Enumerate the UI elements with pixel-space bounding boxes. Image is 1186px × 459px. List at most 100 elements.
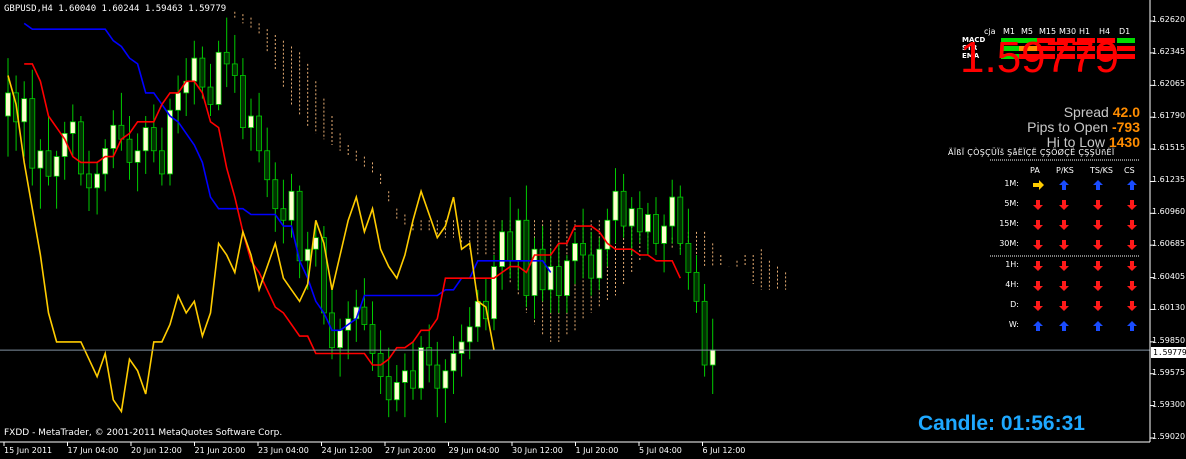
y-tick-label: 1.62620 [1152,15,1186,25]
down-arrow-icon [1033,261,1043,271]
candle-bull [304,248,311,262]
down-arrow-icon [1093,220,1103,230]
matrix-row-label: 4H: [1005,280,1019,289]
candle-bear [523,219,530,296]
down-arrow-icon [1127,220,1137,230]
candle-bull [645,214,651,233]
candle-bull [175,92,182,111]
right-arrow-icon [1033,180,1044,190]
y-tick-label: 1.59850 [1152,335,1186,345]
candle-bull [37,150,44,169]
candle-bull [401,370,408,383]
matrix-row-label: 5M: [1004,199,1019,208]
indicator-lines [7,22,682,414]
down-arrow-icon [1059,281,1069,291]
candle-bull [628,208,635,227]
up-arrow-icon [1093,180,1103,190]
candle-bull [515,219,522,262]
candle-bear [199,57,206,88]
candle-bear [701,300,708,366]
candle-bear [636,208,643,233]
timeframe-header: D1 [1119,27,1131,36]
candle-bear [580,243,586,256]
bid-price: 1.59779 [960,33,1120,82]
candle-bear [280,208,287,221]
y-tick-label: 1.59300 [1152,399,1186,409]
candle-bull [669,196,676,227]
matrix-column-header: CS [1124,166,1135,175]
y-tick-label: 1.61515 [1152,143,1186,153]
x-tick-label: 21 Jun 20:00 [194,446,246,455]
matrix-column-header: PA [1030,166,1040,175]
candle-bull [709,349,716,366]
candle-bear [256,115,263,152]
candle-bull [110,124,117,149]
candle-bull [5,92,11,117]
candle-label: Candle: [918,412,996,435]
copyright: FXDD - MetaTrader, © 2001-2011 MetaQuote… [4,428,283,438]
candle-bear [369,324,376,354]
candle-bull [466,326,473,343]
candle-bear [207,86,214,105]
tenkan-sen-line [24,63,682,366]
up-arrow-icon [1059,321,1069,331]
candle-bear [272,179,279,210]
signal-bar [1117,38,1135,43]
candle-bull [474,300,481,328]
signal-bar [1117,54,1135,59]
candle-bear [78,121,84,175]
candle-bear [507,231,514,262]
candle-timer: Candle: 01:56:31 [918,412,1085,436]
candle-bear [223,51,230,65]
down-arrow-icon [1127,281,1137,291]
up-arrow-icon [1059,180,1069,190]
candle-bear [385,376,392,401]
signal-bar [1117,46,1135,51]
candle-bear [653,214,659,244]
candle-bull [442,370,449,389]
candle-bull [596,248,603,279]
ichimoku-cloud [234,11,787,342]
candle-bear [86,173,92,189]
candle-time: 01:56:31 [1000,412,1085,435]
y-tick-label: 1.59575 [1152,367,1186,377]
down-arrow-icon [1093,200,1103,210]
x-tick-label: 17 Jun 04:00 [67,446,119,455]
candle-bear [555,266,562,296]
candle-bear [239,75,246,129]
x-tick-label: 30 Jun 12:00 [512,446,563,455]
candle-bear [29,98,36,169]
symbol-label: GBPUSD,H4 [4,4,53,14]
y-tick-label: 1.62345 [1152,46,1186,56]
candle-bull [337,329,344,349]
matrix-row-label: 1H: [1005,260,1019,269]
candle-bull [572,243,578,262]
candle-bear [45,150,52,177]
matrix-row-label: 15M: [999,219,1019,228]
candle-bull [612,190,619,221]
down-arrow-icon [1033,301,1043,311]
candle-bull [288,190,295,221]
up-arrow-icon [1127,180,1137,190]
candle-bear [434,364,441,389]
candles [5,17,716,423]
x-tick-label: 6 Jul 12:00 [702,446,746,455]
up-arrow-icon [1033,321,1043,331]
x-tick-label: 1 Jul 20:00 [575,446,619,455]
candle-bull [491,266,497,320]
down-arrow-icon [1059,301,1069,311]
pips-label: Pips to Open [1027,119,1109,135]
up-arrow-icon [1093,321,1103,331]
x-tick-label: 15 Jun 2011 [4,446,53,455]
pips-line: Pips to Open -793 [1027,119,1140,135]
down-arrow-icon [1127,261,1137,271]
matrix-row-label: 1M: [1004,179,1019,188]
y-tick-label: 1.59020 [1152,432,1186,441]
candle-bear [264,150,271,181]
candle-bear [685,243,692,273]
y-tick-label: 1.60130 [1152,303,1186,313]
chart-header: GBPUSD,H4 1.60040 1.60244 1.59463 1.5977… [4,4,226,14]
down-arrow-icon [1059,200,1069,210]
y-tick-label: 1.60405 [1152,271,1186,281]
candle-bear [677,196,684,244]
